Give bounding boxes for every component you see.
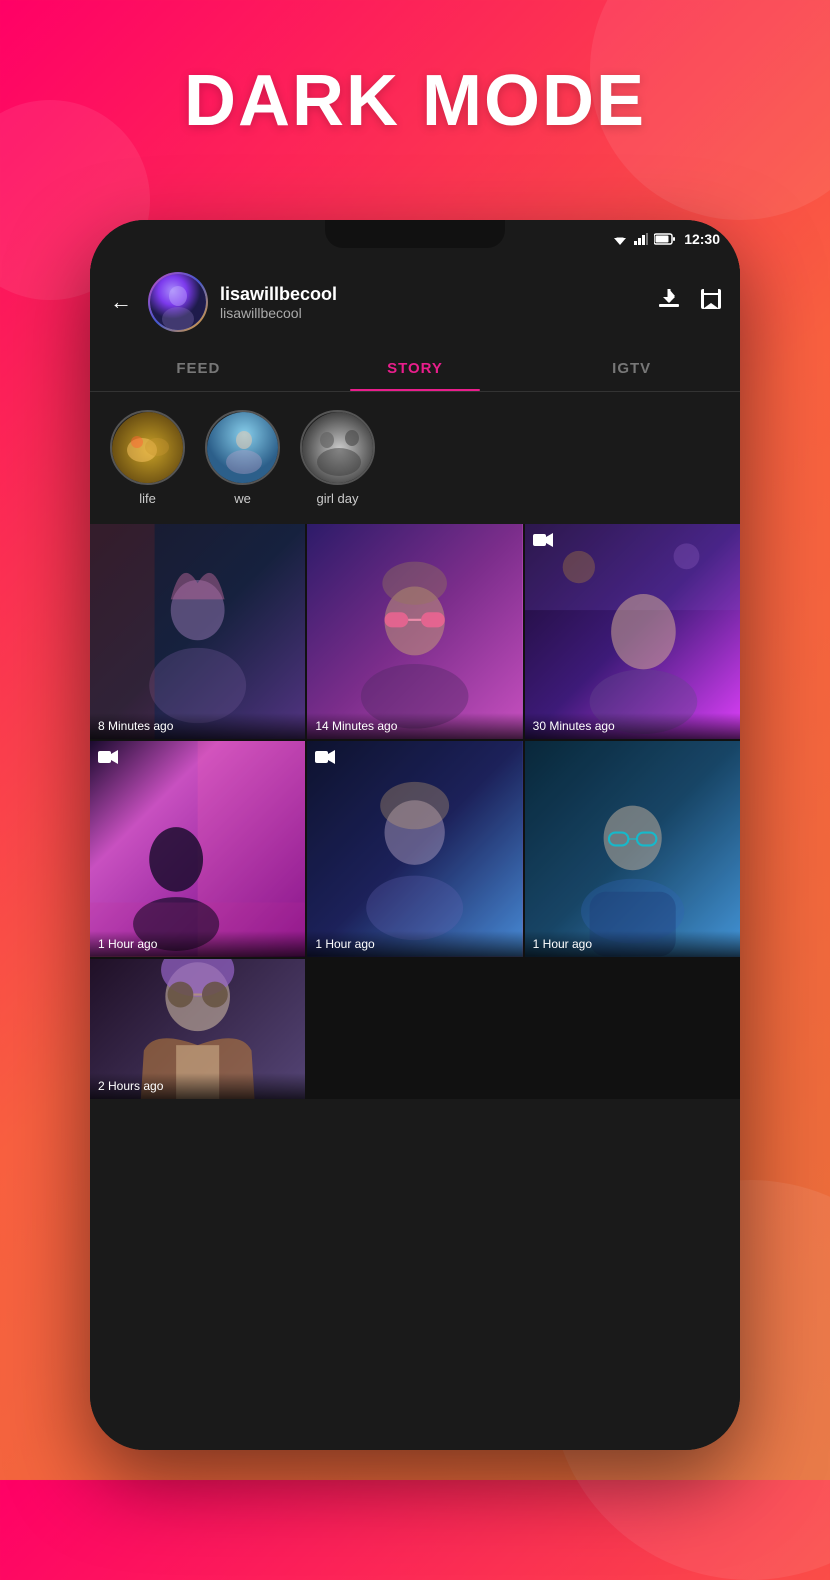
header-actions bbox=[656, 286, 724, 318]
media-image-5 bbox=[307, 741, 522, 956]
media-cell-6[interactable]: 1 Hour ago bbox=[525, 741, 740, 956]
story-label-we: we bbox=[234, 491, 251, 506]
tab-igtv[interactable]: IGTV bbox=[523, 346, 740, 391]
status-time: 12:30 bbox=[684, 231, 720, 247]
time-label-3: 30 Minutes ago bbox=[525, 713, 740, 739]
save-svg bbox=[698, 286, 724, 312]
story-label-life: life bbox=[139, 491, 156, 506]
story-label-girl-day: girl day bbox=[317, 491, 359, 506]
video-camera-svg-5 bbox=[315, 749, 335, 765]
story-circle-life bbox=[110, 410, 185, 485]
media-image-4 bbox=[90, 741, 305, 956]
wifi-icon bbox=[612, 233, 628, 245]
phone-notch bbox=[325, 220, 505, 248]
battery-icon bbox=[654, 233, 676, 245]
status-icons bbox=[612, 233, 676, 245]
time-label-6: 1 Hour ago bbox=[525, 931, 740, 957]
story-item-life[interactable]: life bbox=[110, 410, 185, 506]
media-image-1 bbox=[90, 524, 305, 739]
save-icon[interactable] bbox=[698, 286, 724, 318]
profile-username: lisawillbecool bbox=[220, 305, 644, 321]
story-image-we bbox=[207, 412, 280, 485]
media-cell-2[interactable]: 14 Minutes ago bbox=[307, 524, 522, 739]
phone-frame: 12:30 ← bbox=[90, 220, 740, 1450]
time-label-2: 14 Minutes ago bbox=[307, 713, 522, 739]
signal-icon bbox=[634, 233, 648, 245]
story-item-we[interactable]: we bbox=[205, 410, 280, 506]
tabs-bar: FEED STORY IGTV bbox=[90, 346, 740, 392]
download-icon[interactable] bbox=[656, 286, 682, 318]
media-cell-5[interactable]: 1 Hour ago bbox=[307, 741, 522, 956]
video-camera-svg-4 bbox=[98, 749, 118, 765]
media-image-2 bbox=[307, 524, 522, 739]
page-title: DARK MODE bbox=[0, 60, 830, 142]
story-image-life bbox=[112, 412, 185, 485]
media-cell-1[interactable]: 8 Minutes ago bbox=[90, 524, 305, 739]
video-icon-4 bbox=[98, 749, 118, 770]
media-cell-4[interactable]: 1 Hour ago bbox=[90, 741, 305, 956]
profile-info: lisawillbecool lisawillbecool bbox=[220, 284, 644, 321]
avatar-inner bbox=[150, 274, 206, 330]
media-cell-3[interactable]: 30 Minutes ago bbox=[525, 524, 740, 739]
avatar[interactable] bbox=[148, 272, 208, 332]
tab-story[interactable]: STORY bbox=[307, 346, 524, 391]
story-image-girl-day bbox=[302, 412, 375, 485]
tab-feed[interactable]: FEED bbox=[90, 346, 307, 391]
time-label-5: 1 Hour ago bbox=[307, 931, 522, 957]
profile-name: lisawillbecool bbox=[220, 284, 644, 305]
profile-header: ← bbox=[90, 258, 740, 346]
story-item-girl-day[interactable]: girl day bbox=[300, 410, 375, 506]
avatar-image bbox=[150, 274, 206, 330]
media-image-3 bbox=[525, 524, 740, 739]
download-svg bbox=[656, 286, 682, 312]
media-image-6 bbox=[525, 741, 740, 956]
video-icon-3 bbox=[533, 532, 553, 553]
video-camera-svg-3 bbox=[533, 532, 553, 548]
story-circle-girl-day bbox=[300, 410, 375, 485]
app-screen: ← bbox=[90, 258, 740, 1450]
time-label-1: 8 Minutes ago bbox=[90, 713, 305, 739]
time-label-7: 2 Hours ago bbox=[90, 1073, 305, 1099]
media-cell-7[interactable]: 2 Hours ago bbox=[90, 959, 305, 1099]
video-icon-5 bbox=[315, 749, 335, 770]
media-grid: 8 Minutes ago bbox=[90, 524, 740, 1099]
story-circles-row: life bbox=[90, 392, 740, 524]
back-button[interactable]: ← bbox=[106, 285, 136, 319]
time-label-4: 1 Hour ago bbox=[90, 931, 305, 957]
story-circle-we bbox=[205, 410, 280, 485]
